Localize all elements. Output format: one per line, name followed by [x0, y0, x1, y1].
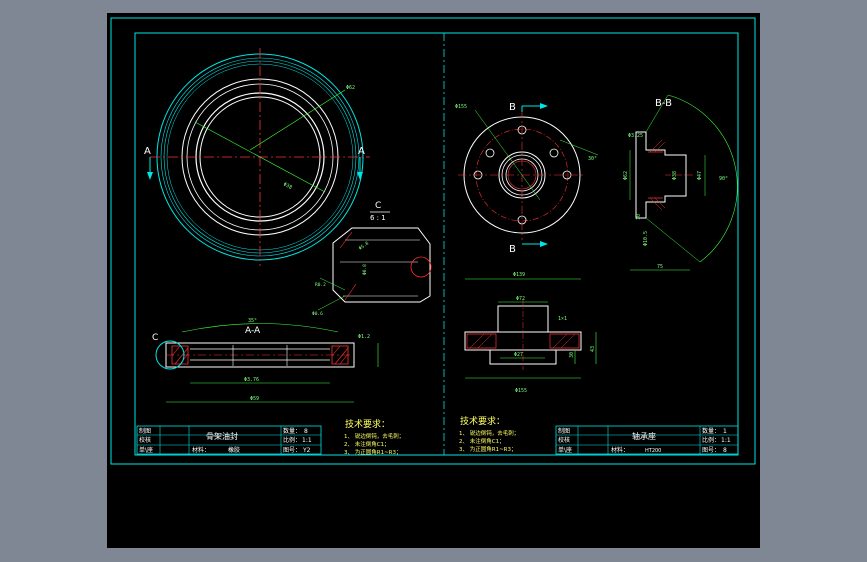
cut-label-b-top: B: [509, 102, 516, 113]
dim-sec-low: Φ10.5: [643, 231, 649, 246]
cut-label-a-right: A: [358, 146, 365, 157]
dim-detail-d: Φ0.6: [312, 311, 323, 317]
section-label-bb: B-B: [655, 98, 672, 109]
dim-angle-right: 90°: [719, 176, 728, 182]
left-note-1: 1、 锐边倒钝，去毛刺；: [344, 432, 404, 440]
dim-height-b: 30: [569, 352, 575, 358]
right-note-1: 1、 锐边倒钝，去毛刺；: [459, 429, 519, 437]
cut-label-a-left: A: [144, 146, 151, 157]
dim-bottom-outer: Φ59: [250, 396, 259, 402]
left-tb-name: 骨架油封: [206, 431, 238, 441]
left-note-2: 2、 未注倒角C1；: [344, 440, 390, 448]
left-tb-scale-label: 比例：: [283, 436, 301, 444]
left-tb-number: Y2: [302, 447, 311, 454]
left-tb-material: 橡胶: [228, 446, 240, 454]
left-tb-design: 制图: [139, 427, 151, 435]
right-notes-title: 技术要求：: [460, 415, 505, 427]
right-tb-number: 8: [723, 447, 727, 454]
right-tb-design: 制图: [558, 427, 570, 435]
detail-c-label: C: [375, 201, 381, 211]
dim-sec-top: Φ3.25: [628, 133, 643, 139]
right-tb-name: 轴承座: [632, 431, 656, 441]
left-tb-material-label: 材料：: [192, 446, 210, 454]
right-tb-qty: 1: [723, 428, 727, 435]
left-tb-qty: 8: [304, 428, 308, 435]
detail-ref-c: C: [152, 333, 158, 343]
dim-bottom-inner: Φ3.76: [244, 377, 259, 383]
right-tb-unit: 单\座: [558, 446, 572, 454]
section-label-aa: A-A: [245, 326, 261, 336]
dim-bore: Φ27: [514, 352, 523, 358]
right-tb-material-label: 材料：: [611, 446, 629, 454]
dim-sec-small: 10: [636, 214, 642, 220]
dim-sec-left: Φ62: [623, 171, 629, 180]
dim-height-a: 43: [590, 346, 596, 352]
left-tb-qty-label: 数量：: [283, 427, 301, 435]
left-note-3: 3、 为正圆角R1~R3；: [344, 448, 402, 456]
cad-drawing-canvas: A A Φ62 Φ38 C 6 : 1 Φ5.8 Φ0.8 R0.2 Φ0.6 …: [107, 13, 760, 548]
dim-bottom-width: Φ155: [515, 388, 527, 394]
right-tb-check: 校核: [558, 436, 570, 444]
right-tb-qty-label: 数量：: [702, 427, 720, 435]
right-tb-material: HT200: [645, 448, 661, 454]
dim-boss: Φ72: [516, 296, 525, 302]
left-notes-title: 技术要求：: [345, 418, 390, 430]
dim-right: Φ1.2: [358, 334, 370, 340]
dim-top-width: Φ139: [513, 272, 525, 278]
right-note-3: 3、 为正圆角R1~R3；: [459, 445, 517, 453]
dim-angle: 35°: [248, 318, 257, 324]
dim-detail-c: R0.2: [315, 282, 326, 288]
dim-chamfer: 1×1: [558, 316, 567, 322]
cut-label-b-bottom: B: [509, 244, 516, 255]
dim-sec-mid: Φ38: [672, 171, 678, 180]
left-tb-check: 校核: [139, 436, 151, 444]
right-tb-scale: 1:1: [721, 437, 731, 444]
dim-sec-right: Φ47: [697, 171, 703, 180]
right-note-2: 2、 未注倒角C1；: [459, 437, 505, 445]
left-tb-scale: 1:1: [302, 437, 312, 444]
dim-angle-top: 30°: [588, 156, 597, 162]
right-tb-scale-label: 比例：: [702, 436, 720, 444]
model-space: [107, 13, 760, 548]
left-tb-number-label: 图号：: [283, 447, 301, 454]
right-tb-number-label: 图号：: [702, 447, 720, 454]
detail-c-scale: 6 : 1: [370, 214, 386, 222]
dim-sec-width: 75: [657, 264, 663, 270]
dim-detail-b: Φ0.8: [362, 264, 368, 275]
dim-bolt-circle: Φ155: [455, 104, 467, 110]
left-tb-unit: 单\座: [139, 446, 153, 454]
dim-outer-diameter: Φ62: [346, 85, 355, 91]
